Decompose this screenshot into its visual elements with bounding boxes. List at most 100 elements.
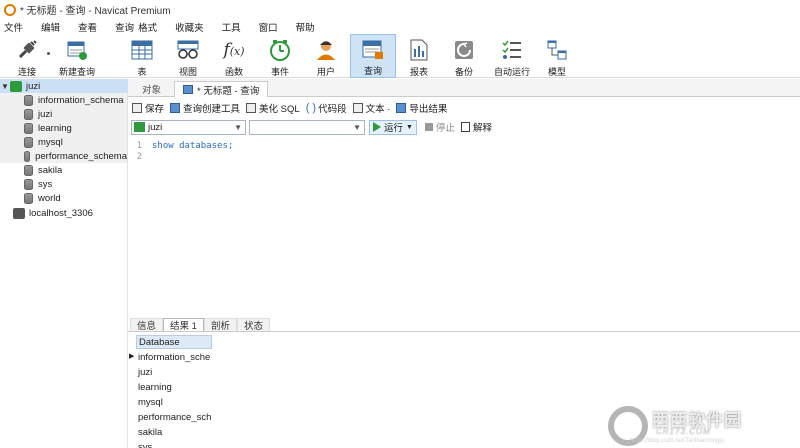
checklist-icon [499,37,525,63]
save-button[interactable]: 保存 [132,101,164,115]
database-icon [24,192,33,204]
beautify-sql-button[interactable]: 美化 SQL [246,101,300,115]
database-icon [24,150,31,162]
view-glasses-icon [175,37,201,63]
tree-db-performance-schema[interactable]: performance_schema [0,149,127,163]
query-builder-button[interactable]: 查询创建工具 [170,101,240,115]
database-select[interactable]: ▼ [249,119,365,135]
database-icon [24,94,33,106]
table-row[interactable]: sys [136,440,212,448]
menu-help[interactable]: 帮助 [296,20,315,34]
editor-line: 1 show databases; [136,141,234,151]
function-fx-icon: f(x) [223,40,245,60]
auto-run-button[interactable]: 自动运行 [490,34,534,78]
explain-button[interactable]: 解释 [473,120,492,134]
table-row[interactable]: sakila [136,425,212,439]
stop-icon [424,123,433,131]
database-icon [24,164,33,176]
menu-view[interactable]: 查看 [78,20,97,34]
connection-icon [13,207,25,219]
export-icon [396,102,407,113]
table-row[interactable]: mysql [136,395,212,409]
database-icon [24,136,33,148]
current-row-marker-icon: ▶ [129,353,135,360]
table-row[interactable]: performance_sch [136,410,212,424]
toolbar-separator [47,52,50,55]
tree-db-sakila[interactable]: sakila [0,163,62,177]
table-icon [129,37,155,63]
clock-icon [267,37,293,63]
model-icon [544,37,570,63]
text-doc-icon [352,102,363,113]
site-watermark: 西西软件园 CR173.COM https://blog.csdn.net/Ta… [600,400,800,448]
tree-db-world[interactable]: world [0,191,61,205]
new-query-button[interactable]: 新建查询 [54,34,100,78]
backup-icon [451,37,477,63]
user-button[interactable]: 用户 [310,34,342,78]
result-tabs: 信息 结果 1 剖析 状态 [128,318,800,332]
window-title: * 无标题 - 查询 - Navicat Premium [20,6,171,17]
tree-connection-juzi[interactable]: ▼ juzi [0,79,128,93]
report-button[interactable]: 报表 [404,34,434,78]
export-results-button[interactable]: 导出结果 [396,101,447,115]
beautify-icon [246,102,257,113]
table-row[interactable]: information_sche [136,350,212,364]
query-toolbar: 保存 查询创建工具 美化 SQL ( ) 代码段 文本 · 导出结果 [128,99,800,116]
sql-editor[interactable]: 1 show databases; 2 [128,138,800,318]
chevron-down-icon[interactable]: ▼ [406,124,413,131]
tab-untitled-query[interactable]: * 无标题 - 查询 [174,81,269,97]
connection-icon [134,122,145,132]
save-icon [132,102,142,113]
run-button[interactable]: 运行 ▼ [369,119,417,135]
tab-profile[interactable]: 剖析 [203,318,237,332]
menu-format[interactable]: 格式 [138,20,157,34]
stop-button[interactable]: 停止 [436,120,455,134]
function-button[interactable]: f(x) 函数 [218,34,250,78]
text-button[interactable]: 文本 · [352,101,390,115]
backup-button[interactable]: 备份 [448,34,480,78]
play-icon [373,122,381,132]
query-button[interactable]: 查询 [350,34,396,78]
tree-db-juzi[interactable]: juzi [0,107,127,121]
title-bar: * 无标题 - 查询 - Navicat Premium [0,0,800,19]
view-button[interactable]: 视图 [172,34,204,78]
user-icon [313,37,339,63]
chevron-down-icon[interactable]: ▼ [0,82,10,91]
menu-bar: 文件 编辑 查看 查询 格式 收藏夹 工具 窗口 帮助 [0,19,800,34]
tab-result-1[interactable]: 结果 1 [163,318,204,332]
document-tabs: 对象 * 无标题 - 查询 [128,79,800,97]
menu-query[interactable]: 查询 [115,20,134,34]
explain-icon [460,122,470,132]
tab-objects[interactable]: 对象 [134,81,169,97]
table-button[interactable]: 表 [126,34,158,78]
column-header-database[interactable]: Database [136,335,212,349]
database-icon [24,108,33,120]
connection-tree: ▼ juzi information_schema juzi learning … [0,79,128,448]
tree-db-sys[interactable]: sys [0,177,52,191]
connect-button[interactable]: 连接 [8,34,46,78]
chevron-down-icon: ▼ [353,122,361,132]
connection-select[interactable]: juzi ▼ [131,119,246,135]
model-button[interactable]: 模型 [542,34,572,78]
tree-db-learning[interactable]: learning [0,121,127,135]
table-row[interactable]: learning [136,380,212,394]
tree-db-information-schema[interactable]: information_schema [0,93,127,107]
tree-db-mysql[interactable]: mysql [0,135,127,149]
navicat-logo-icon [4,3,16,16]
event-button[interactable]: 事件 [264,34,296,78]
query-tab-icon [183,85,193,94]
tree-connection-localhost[interactable]: localhost_3306 [0,206,93,220]
code-snippet-button[interactable]: ( ) 代码段 [306,101,347,115]
menu-window[interactable]: 窗口 [259,20,278,34]
parentheses-icon: ( ) [305,101,317,114]
menu-file[interactable]: 文件 [4,20,23,34]
menu-tools[interactable]: 工具 [222,20,241,34]
query-builder-icon [170,102,181,113]
menu-edit[interactable]: 编辑 [41,20,60,34]
chevron-down-icon: ▼ [234,122,242,132]
tab-info[interactable]: 信息 [130,318,164,332]
table-row[interactable]: juzi [136,365,212,379]
menu-favorites[interactable]: 收藏夹 [175,20,204,34]
main-toolbar: 连接 新建查询 表 视图 f(x) 函数 事件 用户 查询 报表 备份 自动运行… [0,34,800,78]
tab-status[interactable]: 状态 [236,318,270,332]
